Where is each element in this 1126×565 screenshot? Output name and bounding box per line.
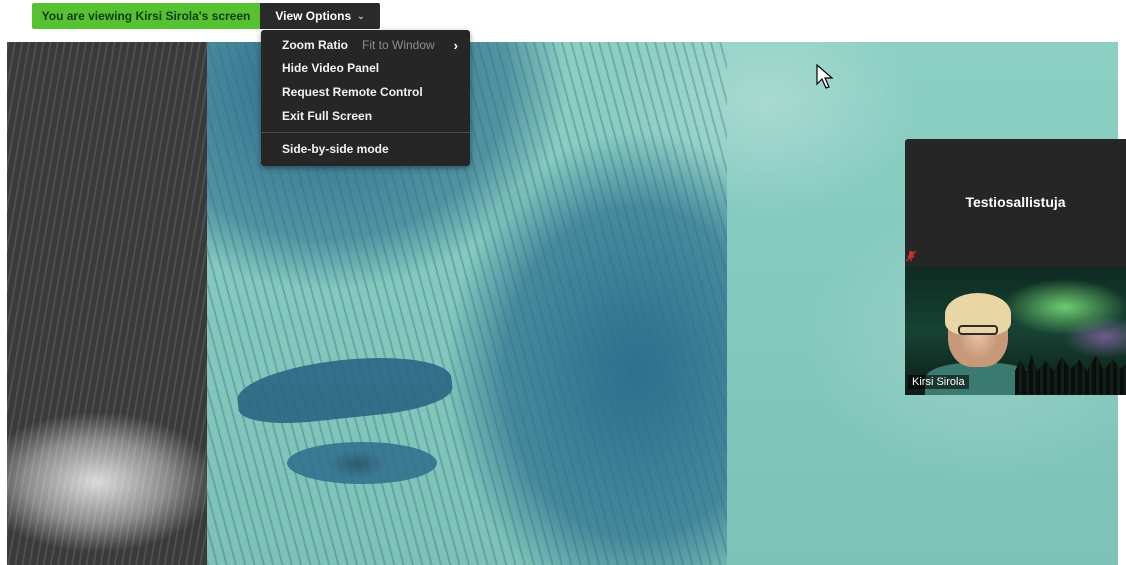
menu-item-label: Side-by-side mode bbox=[282, 142, 389, 156]
participant-video-background-trees bbox=[1015, 355, 1126, 395]
mouse-cursor-icon bbox=[816, 64, 834, 89]
shared-image-grayscale-panel bbox=[7, 42, 207, 565]
menu-item-hide-video-panel[interactable]: Hide Video Panel bbox=[261, 57, 470, 79]
menu-item-request-remote-control[interactable]: Request Remote Control bbox=[261, 81, 470, 103]
menu-item-label: Zoom Ratio bbox=[282, 38, 348, 52]
participant-video-glasses bbox=[958, 325, 998, 335]
view-options-menu: Zoom Ratio Fit to Window › Hide Video Pa… bbox=[261, 30, 470, 166]
zoom-ratio-value: Fit to Window bbox=[362, 38, 435, 52]
view-options-label: View Options bbox=[275, 9, 352, 23]
menu-item-zoom-ratio[interactable]: Zoom Ratio Fit to Window › bbox=[261, 34, 470, 56]
menu-item-label: Request Remote Control bbox=[282, 85, 423, 99]
participant-video-name: Kirsi Sirola bbox=[908, 375, 969, 389]
viewing-screen-banner: You are viewing Kirsi Sirola's screen bbox=[32, 3, 260, 29]
participant-name-title: Testiosallistuja bbox=[965, 194, 1066, 210]
mic-muted-icon bbox=[905, 250, 917, 262]
menu-item-exit-full-screen[interactable]: Exit Full Screen bbox=[261, 105, 470, 127]
shared-image-eye bbox=[287, 442, 437, 484]
chevron-down-icon: ⌄ bbox=[357, 10, 365, 21]
menu-divider bbox=[261, 132, 470, 133]
participant-video-tile[interactable]: Kirsi Sirola bbox=[905, 267, 1126, 395]
menu-item-label: Hide Video Panel bbox=[282, 61, 380, 75]
menu-item-label: Exit Full Screen bbox=[282, 109, 373, 123]
menu-item-side-by-side-mode[interactable]: Side-by-side mode bbox=[261, 138, 470, 160]
view-options-button[interactable]: View Options ⌄ bbox=[260, 3, 380, 29]
viewing-screen-text: You are viewing Kirsi Sirola's screen bbox=[41, 9, 251, 23]
chevron-right-icon: › bbox=[453, 37, 458, 53]
